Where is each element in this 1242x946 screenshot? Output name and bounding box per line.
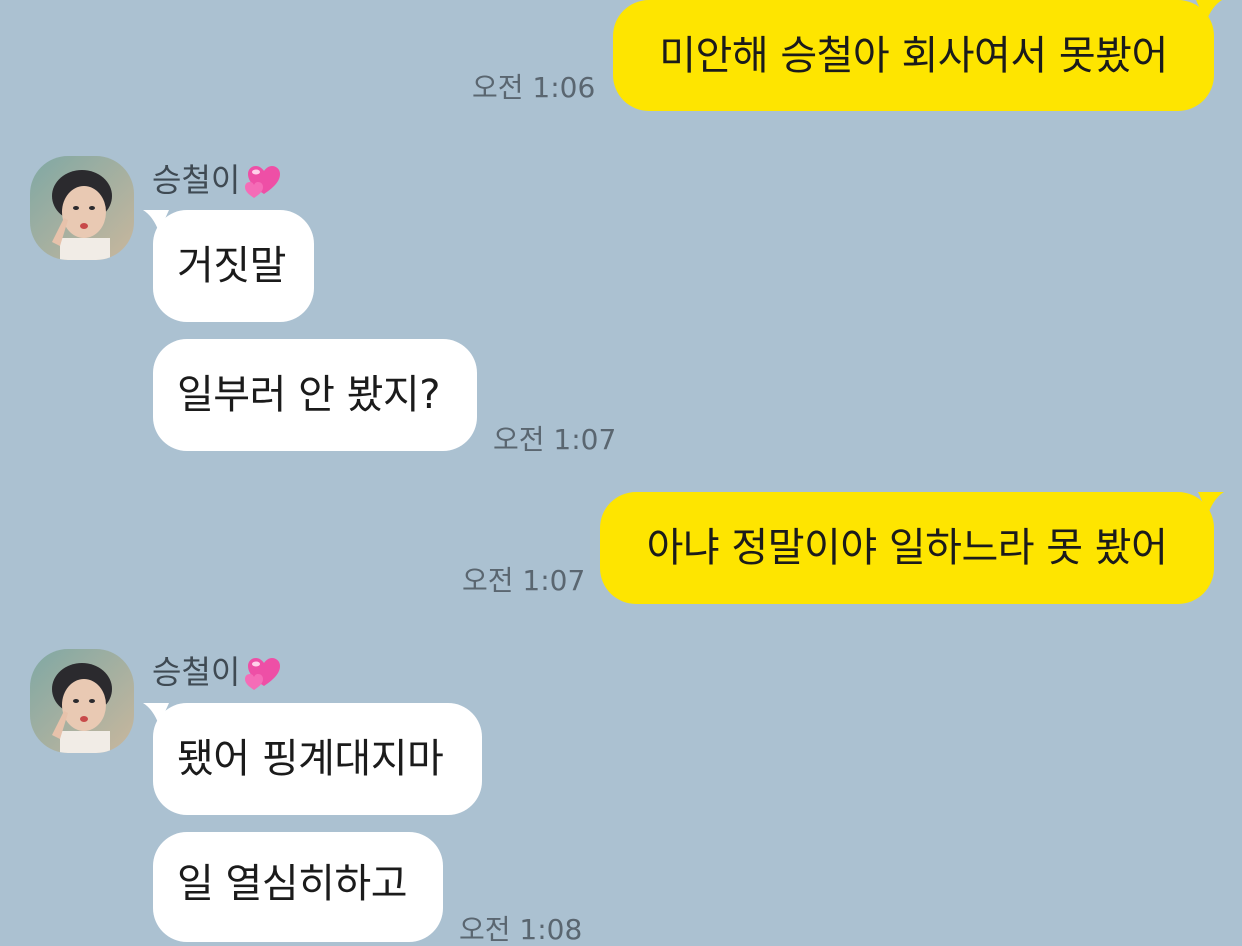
message-text: 됐어 핑계대지마: [177, 736, 444, 782]
message-timestamp: 오전 1:07: [462, 564, 586, 597]
sender-name-text: 승철이: [152, 653, 241, 691]
chat-message-list[interactable]: 미안해 승철아 회사여서 못봤어 오전 1:06 승철이 거짓말 일부러 안 봤…: [0, 0, 1242, 946]
contact-message-bubble[interactable]: 일 열심히하고: [153, 832, 443, 942]
two-hearts-icon: [245, 166, 281, 198]
contact-message-bubble[interactable]: 거짓말: [153, 210, 314, 322]
avatar-photo-icon: [30, 649, 134, 753]
contact-message-bubble[interactable]: 일부러 안 봤지?: [153, 339, 477, 451]
message-text: 일 열심히하고: [177, 861, 408, 907]
avatar-photo-icon: [30, 156, 134, 260]
message-text: 거짓말: [177, 243, 286, 289]
my-bubble-tail: [1198, 492, 1224, 514]
contact-bubble-tail: [143, 703, 169, 725]
message-text: 일부러 안 봤지?: [177, 372, 440, 418]
message-timestamp: 오전 1:06: [472, 71, 596, 104]
message-text: 아냐 정말이야 일하느라 못 봤어: [646, 525, 1168, 571]
contact-bubble-tail: [143, 210, 169, 232]
contact-avatar[interactable]: [30, 156, 134, 260]
message-timestamp: 오전 1:08: [459, 913, 583, 946]
my-bubble-tail: [1196, 0, 1222, 22]
contact-message-bubble[interactable]: 됐어 핑계대지마: [153, 703, 482, 815]
my-message-bubble[interactable]: 아냐 정말이야 일하느라 못 봤어: [600, 492, 1214, 604]
message-timestamp: 오전 1:07: [493, 423, 617, 456]
sender-name: 승철이: [152, 652, 284, 692]
message-text: 미안해 승철아 회사여서 못봤어: [659, 32, 1168, 79]
sender-name-text: 승철이: [152, 161, 241, 199]
sender-name: 승철이: [152, 160, 284, 200]
contact-avatar[interactable]: [30, 649, 134, 753]
my-message-bubble[interactable]: 미안해 승철아 회사여서 못봤어: [613, 0, 1214, 111]
two-hearts-icon: [245, 658, 281, 690]
